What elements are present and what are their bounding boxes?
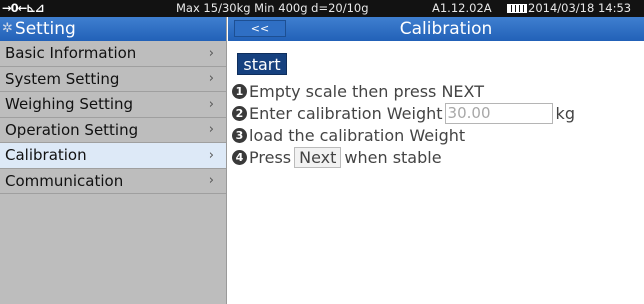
step-text: load the calibration Weight (249, 125, 466, 145)
step-4: 4 Press Next when stable (232, 146, 442, 168)
step-text: Enter calibration Weight (249, 103, 443, 123)
sidebar-item-communication[interactable]: Communication › (0, 168, 226, 194)
sidebar-title: Setting (14, 19, 76, 39)
sidebar-item-label: System Setting (5, 69, 120, 88)
step-text: Empty scale then press NEXT (249, 81, 484, 101)
sidebar-item-basic-information[interactable]: Basic Information › (0, 41, 226, 67)
page-title: Calibration (399, 19, 493, 39)
calibration-panel: << Calibration start 1 Empty scale then … (228, 17, 644, 304)
panel-header: << Calibration (228, 17, 644, 41)
zero-indicator-icon: →0←⊾⊿ (2, 1, 45, 15)
sidebar-item-label: Weighing Setting (5, 95, 134, 114)
sidebar-item-weighing-setting[interactable]: Weighing Setting › (0, 92, 226, 118)
start-button[interactable]: start (237, 53, 287, 75)
chevron-right-icon: › (208, 45, 214, 61)
battery-icon (507, 4, 527, 13)
chevron-right-icon: › (208, 71, 214, 87)
settings-sidebar: ✲ Setting Basic Information › System Set… (0, 17, 227, 304)
chevron-right-icon: › (208, 147, 214, 163)
step-2: 2 Enter calibration Weight kg (232, 102, 575, 124)
chevron-right-icon: › (208, 173, 214, 189)
step-text: when stable (344, 147, 442, 167)
sidebar-item-label: Operation Setting (5, 120, 139, 139)
date-time: 2014/03/18 14:53 (528, 1, 632, 15)
chevron-right-icon: › (208, 122, 214, 138)
sidebar-item-operation-setting[interactable]: Operation Setting › (0, 117, 226, 143)
step-number-icon: 4 (232, 149, 247, 165)
scale-specs: Max 15/30kg Min 400g d=20/10g (176, 1, 369, 15)
status-bar: →0←⊾⊿ Max 15/30kg Min 400g d=20/10g A1.1… (0, 0, 644, 17)
sidebar-item-label: Calibration (5, 146, 87, 165)
step-3: 3 load the calibration Weight (232, 124, 465, 146)
chevron-right-icon: › (208, 96, 214, 112)
step-number-icon: 2 (232, 105, 247, 121)
step-number-icon: 3 (232, 127, 247, 143)
sidebar-item-label: Communication (5, 171, 124, 190)
next-button[interactable]: Next (294, 146, 342, 168)
step-number-icon: 1 (232, 83, 247, 99)
sidebar-item-calibration[interactable]: Calibration › (0, 143, 226, 169)
step-1: 1 Empty scale then press NEXT (232, 80, 484, 102)
calibration-weight-input[interactable] (444, 102, 553, 124)
unit-label: kg (555, 103, 575, 123)
step-text: Press (249, 147, 292, 167)
sidebar-header: ✲ Setting (0, 17, 226, 41)
sidebar-item-system-setting[interactable]: System Setting › (0, 66, 226, 92)
gear-icon: ✲ (2, 21, 13, 36)
sidebar-item-label: Basic Information (5, 44, 137, 63)
firmware-version: A1.12.02A (432, 1, 492, 15)
